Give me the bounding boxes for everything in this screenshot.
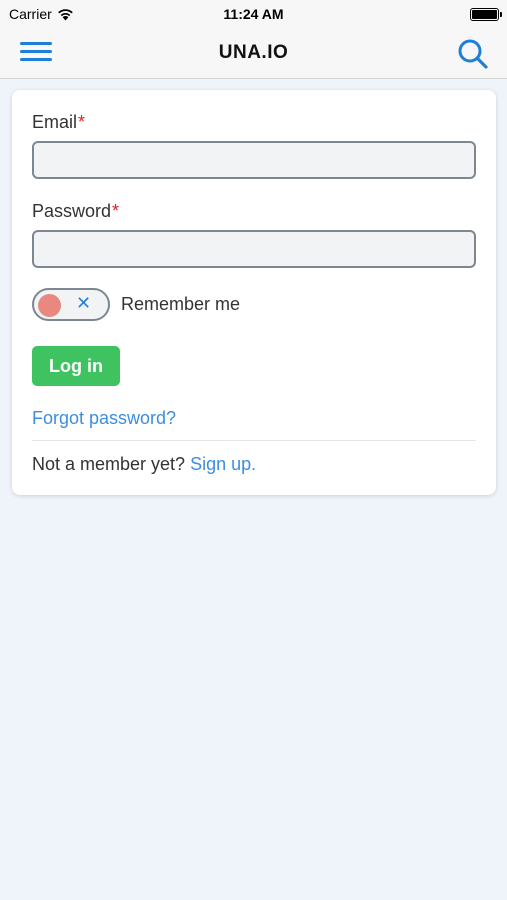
hamburger-menu-icon[interactable] bbox=[20, 42, 53, 64]
status-left: Carrier bbox=[9, 6, 74, 22]
email-field[interactable] bbox=[32, 141, 476, 179]
status-bar: Carrier 11:24 AM bbox=[0, 0, 507, 28]
not-member-text: Not a member yet? bbox=[32, 454, 186, 474]
password-label: Password* bbox=[32, 201, 119, 222]
password-field[interactable] bbox=[32, 230, 476, 268]
remember-me-label: Remember me bbox=[121, 294, 241, 314]
required-mark: * bbox=[78, 112, 86, 132]
login-button[interactable]: Log in bbox=[32, 346, 120, 386]
divider bbox=[32, 440, 476, 441]
app-title: UNA.IO bbox=[218, 42, 289, 63]
battery-icon bbox=[470, 7, 502, 21]
email-label-text: Email bbox=[32, 112, 78, 132]
toggle-knob bbox=[38, 294, 61, 317]
signup-row: Not a member yet? Sign up. bbox=[32, 454, 256, 475]
navigation-bar: UNA.IO bbox=[0, 28, 507, 79]
password-label-text: Password bbox=[32, 201, 112, 221]
close-icon: ✕ bbox=[76, 293, 92, 313]
login-card: Email* Password* ✕ Remember me Log in Fo… bbox=[12, 90, 496, 495]
search-icon[interactable] bbox=[457, 38, 489, 70]
wifi-icon bbox=[57, 8, 73, 20]
sign-up-link[interactable]: Sign up. bbox=[190, 454, 256, 474]
required-mark: * bbox=[112, 201, 120, 221]
status-time: 11:24 AM bbox=[223, 6, 284, 22]
remember-me-toggle[interactable]: ✕ bbox=[32, 288, 110, 321]
carrier-label: Carrier bbox=[9, 6, 52, 22]
email-label: Email* bbox=[32, 112, 85, 133]
forgot-password-link[interactable]: Forgot password? bbox=[32, 408, 176, 429]
